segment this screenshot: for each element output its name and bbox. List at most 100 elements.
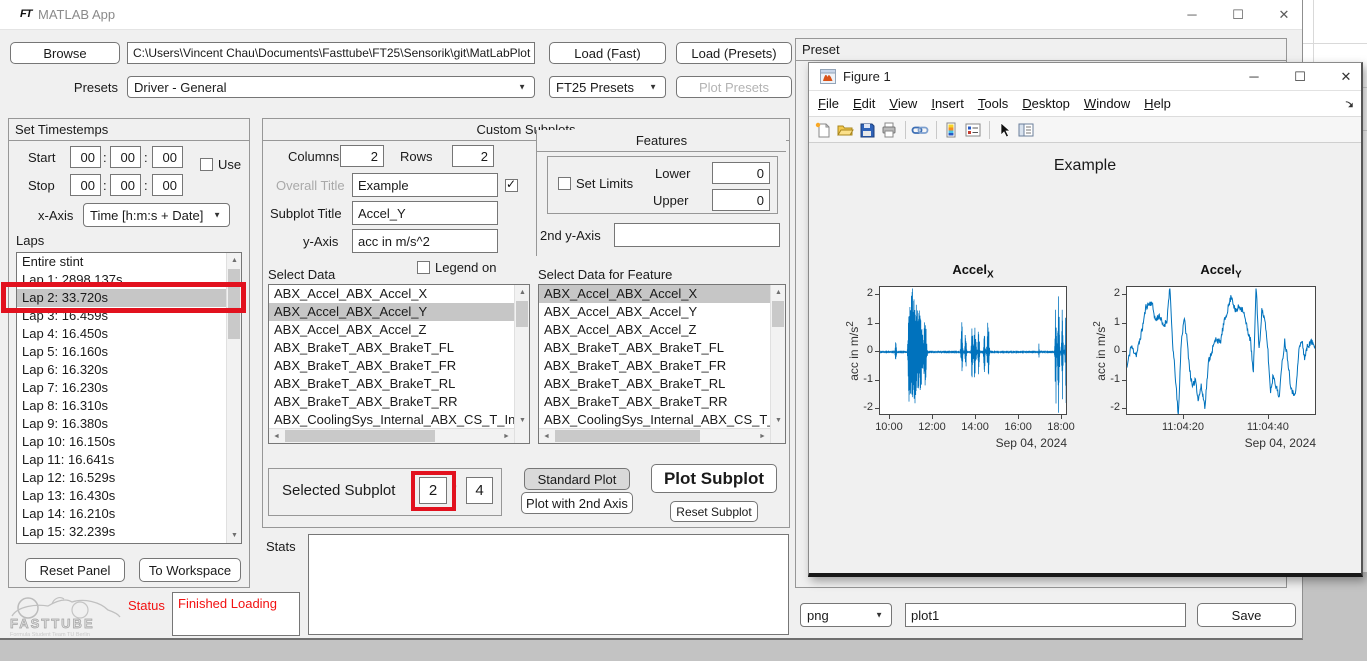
property-inspector-icon[interactable] [1016, 120, 1036, 140]
menu-desktop[interactable]: Desktop [1015, 96, 1077, 111]
ft25-presets-dropdown[interactable]: FT25 Presets ▼ [549, 76, 666, 98]
feature-data-item[interactable]: ABX_Accel_ABX_Accel_X [539, 285, 770, 303]
data-item[interactable]: ABX_BrakeT_ABX_BrakeT_RR [269, 393, 514, 411]
dock-figure-icon[interactable] [1344, 99, 1355, 110]
data-item[interactable]: ABX_Accel_ABX_Accel_Z [269, 321, 514, 339]
menu-window[interactable]: Window [1077, 96, 1137, 111]
feature-data-item[interactable]: ABX_Accel_ABX_Accel_Y [539, 303, 770, 321]
lap-item[interactable]: Lap 12: 16.529s [17, 469, 226, 487]
menu-edit[interactable]: Edit [846, 96, 882, 111]
start-second-field[interactable]: 00 [152, 146, 183, 168]
lap-item[interactable]: Lap 13: 16.430s [17, 487, 226, 505]
select-data-hscrollbar[interactable]: ◄ ► [269, 428, 514, 443]
insert-legend-icon[interactable] [963, 120, 983, 140]
preset-dropdown[interactable]: Driver - General ▼ [127, 76, 535, 98]
scroll-left-icon[interactable]: ◄ [269, 429, 284, 444]
figure-close-icon[interactable]: ✕ [1331, 63, 1361, 90]
set-limits-checkbox[interactable] [558, 177, 571, 190]
feature-data-hscrollbar[interactable]: ◄ ► [539, 428, 770, 443]
subplot-title-field[interactable]: Accel_Y [352, 201, 498, 225]
overall-title-field[interactable]: Example [352, 173, 498, 197]
load-fast-button[interactable]: Load (Fast) [549, 42, 666, 64]
menu-view[interactable]: View [882, 96, 924, 111]
axes-accel-x[interactable] [879, 286, 1067, 415]
plot-2nd-axis-button[interactable]: Plot with 2nd Axis [521, 492, 633, 514]
export-format-dropdown[interactable]: png ▼ [800, 603, 892, 627]
start-minute-field[interactable]: 00 [110, 146, 141, 168]
scroll-up-icon[interactable]: ▲ [771, 285, 786, 300]
select-data-vscrollbar[interactable]: ▲ ▼ [514, 285, 529, 443]
scroll-right-icon[interactable]: ► [499, 429, 514, 444]
feature-data-item[interactable]: ABX_BrakeT_ABX_BrakeT_RR [539, 393, 770, 411]
data-item[interactable]: ABX_Accel_ABX_Accel_X [269, 285, 514, 303]
lap-item[interactable]: Lap 4: 16.450s [17, 325, 226, 343]
load-presets-button[interactable]: Load (Presets) [676, 42, 792, 64]
y-axis-field[interactable]: acc in m/s^2 [352, 229, 498, 253]
feature-data-item[interactable]: ABX_BrakeT_ABX_BrakeT_FL [539, 339, 770, 357]
use-checkbox[interactable] [200, 158, 213, 171]
scrollbar-thumb[interactable] [772, 301, 784, 327]
scroll-down-icon[interactable]: ▼ [771, 413, 786, 428]
scroll-up-icon[interactable]: ▲ [515, 285, 530, 300]
new-file-icon[interactable] [813, 120, 833, 140]
save-icon[interactable] [857, 120, 877, 140]
x-axis-dropdown[interactable]: Time [h:m:s + Date] ▼ [83, 203, 230, 227]
feature-data-item[interactable]: ABX_BrakeT_ABX_BrakeT_FR [539, 357, 770, 375]
standard-plot-button[interactable]: Standard Plot [524, 468, 630, 490]
maximize-icon[interactable]: ☐ [1221, 0, 1255, 29]
axes-accel-y[interactable] [1126, 286, 1316, 415]
stop-second-field[interactable]: 00 [152, 174, 183, 196]
to-workspace-button[interactable]: To Workspace [139, 558, 241, 582]
figure-maximize-icon[interactable]: ☐ [1285, 63, 1315, 90]
feature-data-item[interactable]: ABX_CoolingSys_Internal_ABX_CS_T_Inv [539, 411, 770, 429]
scroll-down-icon[interactable]: ▼ [227, 528, 242, 543]
menu-tools[interactable]: Tools [971, 96, 1015, 111]
legend-on-checkbox[interactable] [417, 261, 430, 274]
scroll-right-icon[interactable]: ► [755, 429, 770, 444]
lap-item[interactable]: Lap 9: 16.380s [17, 415, 226, 433]
edit-plot-cursor-icon[interactable] [994, 120, 1014, 140]
overall-title-checkbox[interactable] [505, 179, 518, 192]
select-data-listbox[interactable]: ABX_Accel_ABX_Accel_XABX_Accel_ABX_Accel… [268, 284, 530, 444]
upper-field[interactable]: 0 [712, 189, 770, 211]
plot-subplot-button[interactable]: Plot Subplot [651, 464, 777, 493]
second-y-axis-field[interactable] [614, 223, 780, 247]
feature-data-item[interactable]: ABX_BrakeT_ABX_BrakeT_RL [539, 375, 770, 393]
lap-item[interactable]: Lap 14: 16.210s [17, 505, 226, 523]
lap-item[interactable]: Entire stint [17, 253, 226, 271]
scroll-down-icon[interactable]: ▼ [515, 413, 530, 428]
stats-box[interactable] [308, 534, 789, 635]
lap-item[interactable]: Lap 15: 32.239s [17, 523, 226, 541]
reset-panel-button[interactable]: Reset Panel [25, 558, 125, 582]
close-icon[interactable]: ✕ [1267, 0, 1301, 29]
scrollbar-thumb[interactable] [285, 430, 435, 442]
figure-minimize-icon[interactable]: ─ [1239, 63, 1269, 90]
scroll-left-icon[interactable]: ◄ [539, 429, 554, 444]
scrollbar-thumb[interactable] [516, 301, 528, 327]
feature-data-item[interactable]: ABX_Accel_ABX_Accel_Z [539, 321, 770, 339]
open-file-icon[interactable] [835, 120, 855, 140]
columns-field[interactable]: 2 [340, 145, 384, 167]
filename-field[interactable]: plot1 [905, 603, 1186, 627]
data-item[interactable]: ABX_BrakeT_ABX_BrakeT_RL [269, 375, 514, 393]
data-item[interactable]: ABX_Accel_ABX_Accel_Y [269, 303, 514, 321]
path-field[interactable]: C:\Users\Vincent Chau\Documents\Fasttube… [127, 42, 535, 64]
browse-button[interactable]: Browse [10, 42, 120, 64]
menu-help[interactable]: Help [1137, 96, 1178, 111]
plot-presets-button[interactable]: Plot Presets [676, 76, 792, 98]
stop-minute-field[interactable]: 00 [110, 174, 141, 196]
feature-data-vscrollbar[interactable]: ▲ ▼ [770, 285, 785, 443]
data-item[interactable]: ABX_BrakeT_ABX_BrakeT_FR [269, 357, 514, 375]
start-hour-field[interactable]: 00 [70, 146, 101, 168]
data-item[interactable]: ABX_CoolingSys_Internal_ABX_CS_T_InvL [269, 411, 514, 429]
menu-insert[interactable]: Insert [924, 96, 971, 111]
link-plot-icon[interactable] [910, 120, 930, 140]
reset-subplot-button[interactable]: Reset Subplot [670, 501, 758, 522]
scroll-up-icon[interactable]: ▲ [227, 253, 242, 268]
lap-item[interactable]: Lap 16: 15.980s [17, 541, 226, 544]
save-button[interactable]: Save [1197, 603, 1296, 627]
lap-item[interactable]: Lap 5: 16.160s [17, 343, 226, 361]
lap-item[interactable]: Lap 11: 16.641s [17, 451, 226, 469]
lap-item[interactable]: Lap 7: 16.230s [17, 379, 226, 397]
lap-item[interactable]: Lap 8: 16.310s [17, 397, 226, 415]
